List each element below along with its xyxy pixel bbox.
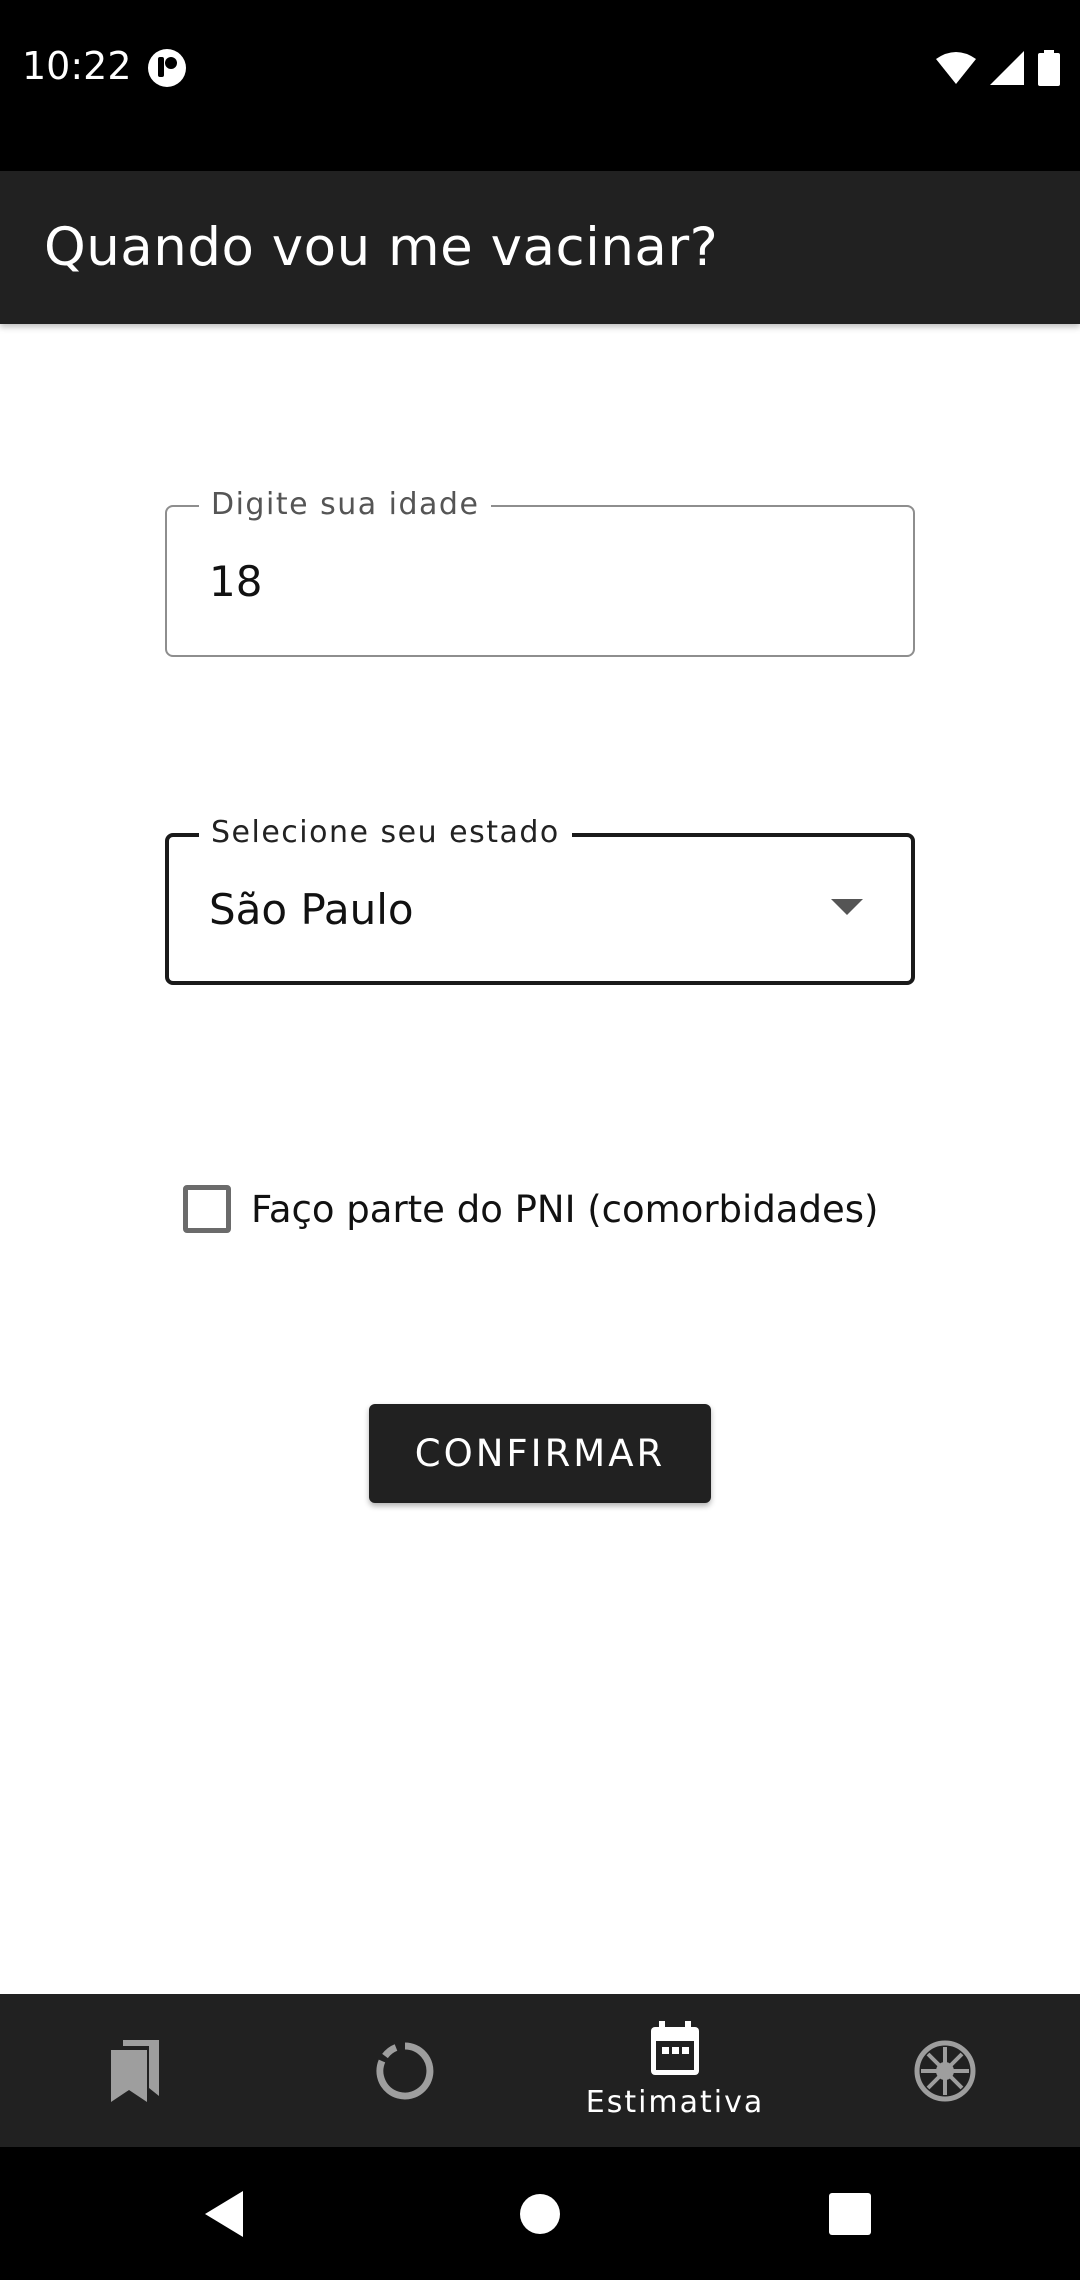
recents-icon bbox=[829, 2192, 871, 2235]
app-notification-icon bbox=[148, 49, 186, 87]
wifi-icon bbox=[936, 52, 976, 84]
signal-icon bbox=[990, 51, 1024, 85]
app-bar: Quando vou me vacinar? bbox=[0, 171, 1080, 324]
confirm-button[interactable]: CONFIRMAR bbox=[369, 1404, 711, 1503]
age-field-value[interactable]: 18 bbox=[209, 557, 262, 606]
bookmarks-icon bbox=[111, 2039, 159, 2102]
recents-button[interactable] bbox=[815, 2147, 885, 2280]
pni-checkbox-row[interactable]: Faço parte do PNI (comorbidades) bbox=[183, 1185, 878, 1233]
status-time: 10:22 bbox=[22, 44, 132, 88]
status-bar: 10:22 bbox=[0, 0, 1080, 171]
pni-checkbox-label[interactable]: Faço parte do PNI (comorbidades) bbox=[251, 1188, 878, 1231]
home-icon bbox=[520, 2193, 560, 2234]
dropdown-arrow-icon[interactable] bbox=[831, 899, 863, 915]
state-select-label: Selecione seu estado bbox=[199, 813, 572, 853]
status-icons bbox=[936, 50, 1060, 86]
nav-item-virus[interactable] bbox=[810, 1994, 1080, 2147]
calendar-icon bbox=[651, 2021, 699, 2075]
page-title: Quando vou me vacinar? bbox=[44, 217, 719, 278]
virus-icon bbox=[914, 2040, 976, 2101]
age-field-label: Digite sua idade bbox=[199, 485, 492, 525]
state-select[interactable]: Selecione seu estado São Paulo bbox=[165, 813, 915, 985]
age-field[interactable]: Digite sua idade 18 bbox=[165, 485, 915, 657]
battery-icon bbox=[1038, 50, 1060, 86]
home-button[interactable] bbox=[500, 2147, 580, 2280]
system-navigation-bar bbox=[0, 2147, 1080, 2280]
back-button[interactable] bbox=[190, 2147, 260, 2280]
progress-circle-icon bbox=[376, 2042, 434, 2099]
nav-item-progress[interactable] bbox=[270, 1994, 540, 2147]
nav-item-estimativa[interactable]: Estimativa bbox=[540, 1994, 810, 2147]
nav-label-estimativa: Estimativa bbox=[585, 2085, 765, 2120]
bottom-navigation: Estimativa bbox=[0, 1994, 1080, 2147]
nav-item-bookmarks[interactable] bbox=[0, 1994, 270, 2147]
state-select-value[interactable]: São Paulo bbox=[209, 885, 414, 934]
pni-checkbox[interactable] bbox=[183, 1185, 231, 1233]
back-icon bbox=[205, 2190, 243, 2237]
